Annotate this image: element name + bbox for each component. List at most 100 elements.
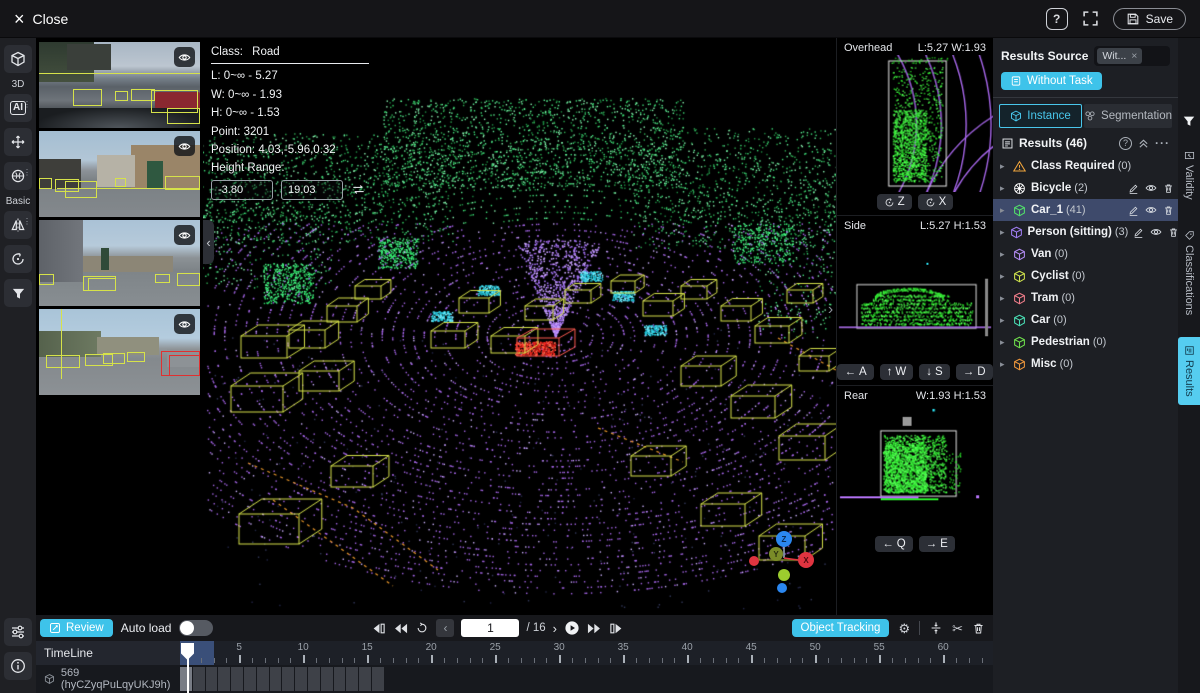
results-source-select[interactable]: Wit... ×: [1094, 46, 1170, 66]
result-class-row[interactable]: ▸ Pedestrian (0): [993, 331, 1178, 353]
move-up-button[interactable]: ↑W: [880, 364, 914, 380]
tab-validity[interactable]: Validity: [1178, 142, 1200, 208]
last-frame-icon[interactable]: [609, 621, 624, 636]
result-class-row[interactable]: ▸ Car_1 (41): [993, 199, 1178, 221]
expand-caret-icon[interactable]: ▸: [1000, 315, 1008, 326]
tab-results[interactable]: Results: [1178, 337, 1200, 405]
rotate-tool-button[interactable]: [4, 245, 32, 273]
collapse-views-handle[interactable]: ›: [825, 288, 836, 332]
trash-icon[interactable]: [1163, 183, 1174, 194]
frame-segment[interactable]: [218, 667, 230, 691]
camera-view-1[interactable]: [39, 42, 200, 128]
delete-frame-icon[interactable]: [972, 622, 985, 635]
filter-icon[interactable]: [1182, 114, 1196, 128]
replay-icon[interactable]: [415, 621, 429, 635]
height-min-input[interactable]: [211, 180, 273, 200]
frame-segment[interactable]: [206, 667, 218, 691]
height-max-input[interactable]: [281, 180, 343, 200]
display-settings-button[interactable]: [4, 618, 32, 646]
eye-icon[interactable]: [1145, 182, 1157, 194]
eye-icon[interactable]: [1145, 204, 1157, 216]
autoload-toggle[interactable]: [179, 620, 213, 636]
tab-segmentation[interactable]: Segmentation: [1084, 104, 1172, 128]
rewind-icon[interactable]: [393, 621, 408, 636]
frame-number-input[interactable]: [461, 619, 519, 637]
ai-annotation-button[interactable]: AI⋮: [4, 94, 32, 122]
expand-caret-icon[interactable]: ▸: [1000, 227, 1005, 238]
edit-icon[interactable]: [1128, 183, 1139, 194]
result-class-row[interactable]: ▸ Bicycle (2): [993, 177, 1178, 199]
mirror-tool-button[interactable]: ⋮: [4, 211, 32, 239]
timeline-ruler[interactable]: 51015202530354045505560: [180, 641, 993, 665]
tracking-settings-gear-icon[interactable]: ⚙: [898, 622, 910, 635]
tab-classifications[interactable]: Classifications: [1178, 222, 1200, 323]
merge-frames-icon[interactable]: [929, 621, 943, 635]
help-icon[interactable]: ?: [1046, 8, 1068, 30]
filter-tool-button[interactable]: [4, 279, 32, 307]
frame-segment[interactable]: [308, 667, 320, 691]
toggle-visibility-button[interactable]: [174, 47, 195, 67]
play-icon[interactable]: [564, 620, 580, 636]
review-button[interactable]: Review: [40, 619, 113, 637]
expand-caret-icon[interactable]: ▸: [1000, 293, 1008, 304]
frame-segment[interactable]: [193, 667, 205, 691]
frame-segment[interactable]: [359, 667, 371, 691]
rotate-x-button[interactable]: X: [918, 194, 954, 210]
camera-view-4[interactable]: [39, 309, 200, 395]
result-class-row[interactable]: ▸ Class Required (0): [993, 155, 1178, 177]
edit-icon[interactable]: [1128, 205, 1139, 216]
reset-range-icon[interactable]: [351, 182, 366, 197]
model-tool-button[interactable]: ⋮: [4, 162, 32, 190]
fullscreen-icon[interactable]: [1082, 10, 1099, 27]
edit-icon[interactable]: [1133, 227, 1144, 238]
frame-segment[interactable]: [257, 667, 269, 691]
trash-icon[interactable]: [1168, 227, 1178, 238]
more-options-icon[interactable]: ···: [1155, 136, 1170, 150]
without-task-button[interactable]: Without Task: [1001, 72, 1102, 90]
toggle-visibility-button[interactable]: [174, 136, 195, 156]
result-class-row[interactable]: ▸ Person (sitting) (3): [993, 221, 1178, 243]
tab-instance[interactable]: Instance: [999, 104, 1082, 128]
frame-segment[interactable]: [321, 667, 333, 691]
axis-gizmo[interactable]: Y Z X: [740, 527, 822, 593]
results-help-icon[interactable]: ?: [1119, 137, 1132, 150]
result-class-row[interactable]: ▸ Cyclist (0): [993, 265, 1178, 287]
frame-segment[interactable]: [270, 667, 282, 691]
close-button[interactable]: Close: [33, 11, 69, 27]
rotate-z-button[interactable]: Z: [877, 194, 912, 210]
frame-segment[interactable]: [180, 667, 192, 691]
frame-segment[interactable]: [231, 667, 243, 691]
fast-forward-icon[interactable]: [587, 621, 602, 636]
camera-view-2[interactable]: [39, 131, 200, 217]
expand-caret-icon[interactable]: ▸: [1000, 337, 1008, 348]
toggle-visibility-button[interactable]: [174, 314, 195, 334]
toggle-visibility-button[interactable]: [174, 225, 195, 245]
info-button[interactable]: [4, 652, 32, 680]
result-class-row[interactable]: ▸ Tram (0): [993, 287, 1178, 309]
track-blocks[interactable]: [180, 665, 993, 693]
source-tag-chip[interactable]: Wit... ×: [1097, 48, 1142, 64]
move-tool-button[interactable]: [4, 128, 32, 156]
cube-tool-button[interactable]: [4, 45, 32, 73]
rear-canvas[interactable]: [837, 403, 993, 534]
result-class-row[interactable]: ▸ Van (0): [993, 243, 1178, 265]
expand-caret-icon[interactable]: ▸: [1000, 205, 1008, 216]
frame-segment[interactable]: [295, 667, 307, 691]
frame-segment[interactable]: [244, 667, 256, 691]
frame-segment[interactable]: [282, 667, 294, 691]
result-class-row[interactable]: ▸ Car (0): [993, 309, 1178, 331]
collapse-thumbnails-handle[interactable]: ‹: [203, 220, 214, 264]
side-canvas[interactable]: [837, 233, 993, 362]
expand-caret-icon[interactable]: ▸: [1000, 161, 1008, 172]
collapse-all-icon[interactable]: [1137, 137, 1150, 150]
move-left-button[interactable]: ←A: [837, 364, 873, 380]
frame-segment[interactable]: [334, 667, 346, 691]
rotate-left-button[interactable]: ←Q: [875, 536, 912, 552]
object-tracking-button[interactable]: Object Tracking: [792, 619, 890, 637]
prev-frame-button[interactable]: ‹: [436, 619, 454, 637]
expand-caret-icon[interactable]: ▸: [1000, 271, 1008, 282]
eye-icon[interactable]: [1150, 226, 1162, 238]
result-class-row[interactable]: ▸ Misc (0): [993, 353, 1178, 375]
expand-caret-icon[interactable]: ▸: [1000, 359, 1008, 370]
first-frame-icon[interactable]: [371, 621, 386, 636]
